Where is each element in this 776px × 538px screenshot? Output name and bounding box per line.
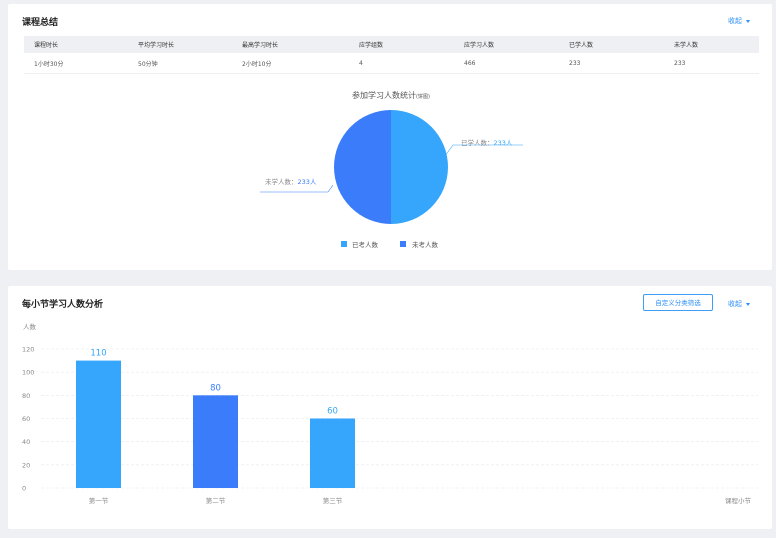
pie-chart-area: 参加学习人数统计(饼图) 已学人数：233人 未学人数：233人 已考人数 未考… xyxy=(8,4,772,270)
pie-label-learned: 已学人数：233人 xyxy=(461,138,513,147)
y-tick-label: 120 xyxy=(22,346,34,354)
bar-value-label: 110 xyxy=(90,349,106,359)
bar[interactable] xyxy=(76,360,121,488)
pie-title-suffix: (饼图) xyxy=(416,93,430,100)
pie-chart: 参加学习人数统计(饼图) 已学人数：233人 未学人数：233人 已考人数 未考… xyxy=(260,90,523,249)
x-tick-label: 第一节 xyxy=(89,496,109,505)
y-tick-label: 100 xyxy=(22,369,34,377)
course-summary-card: 课程总结 收起 课程时长 平均学习时长 最高学习时长 应学组数 应学习人数 已学… xyxy=(8,4,772,270)
bar-value-label: 80 xyxy=(210,383,221,393)
y-axis-label: 人数 xyxy=(23,322,37,331)
y-tick-label: 80 xyxy=(22,392,30,400)
y-tick-label: 0 xyxy=(22,485,26,493)
legend-label-learned: 已考人数 xyxy=(352,240,379,249)
x-tick-label: 第三节 xyxy=(323,496,343,505)
y-tick-label: 60 xyxy=(22,415,30,423)
pie-label-unlearned: 未学人数：233人 xyxy=(265,177,317,186)
bar[interactable] xyxy=(193,395,238,488)
pie-slice-unlearned[interactable] xyxy=(334,110,391,224)
leader-line-unlearned xyxy=(260,184,334,193)
bar-value-label: 60 xyxy=(327,407,338,417)
pie-slice-learned[interactable] xyxy=(391,110,448,224)
bar-chart: 人数 0 20 40 60 80 100 120 110 80 60 第一节 第二节 第三节 课程小… xyxy=(22,322,758,505)
x-tick-label: 第二节 xyxy=(206,496,226,505)
legend-swatch-unlearned xyxy=(400,241,406,247)
section-analysis-card: 每小节学习人数分析 自定义分类筛选 收起 人数 0 20 40 60 80 100 120 … xyxy=(8,286,772,529)
pie-title-main: 参加学习人数统计 xyxy=(352,90,416,100)
y-tick-label: 20 xyxy=(22,461,30,469)
legend-swatch-learned xyxy=(341,241,347,247)
x-axis-label: 课程小节 xyxy=(725,496,752,505)
bar[interactable] xyxy=(310,418,355,489)
legend-label-unlearned: 未考人数 xyxy=(412,240,439,249)
y-tick-label: 40 xyxy=(22,438,30,446)
pie-chart-title: 参加学习人数统计(饼图) xyxy=(352,90,430,100)
